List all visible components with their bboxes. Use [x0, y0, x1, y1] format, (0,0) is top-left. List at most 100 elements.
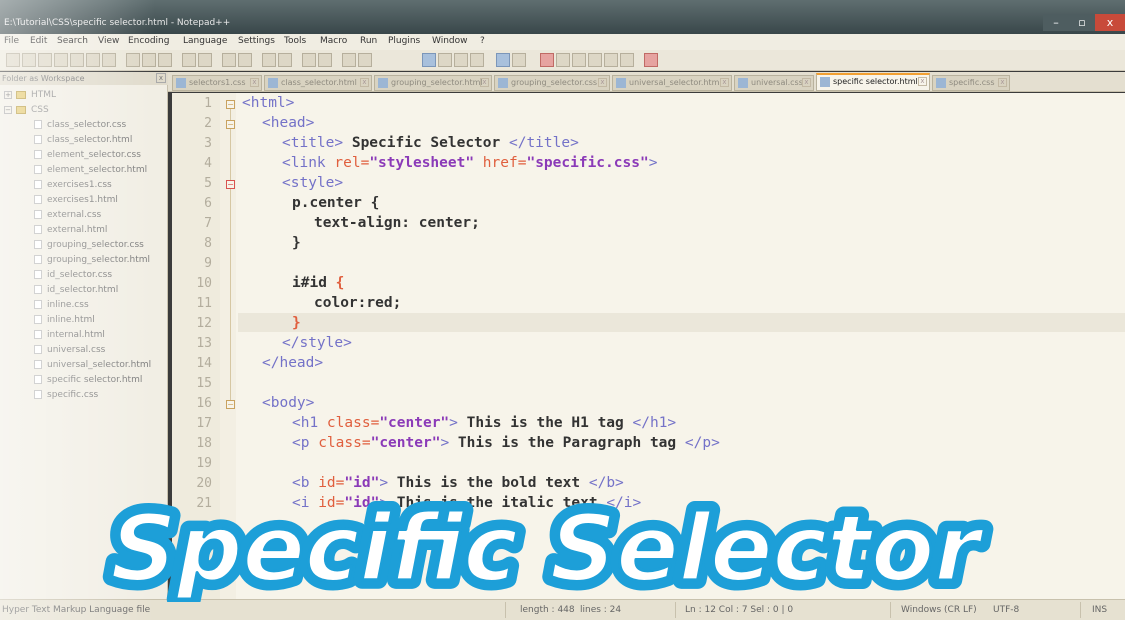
- title-bar: E:\Tutorial\CSS\specific selector.html -…: [0, 0, 1125, 34]
- code-token: </title>: [508, 135, 579, 151]
- fold-toggle-icon[interactable]: −: [226, 400, 235, 409]
- replace-icon[interactable]: [238, 53, 252, 67]
- file-item[interactable]: id_selector.html: [34, 285, 118, 295]
- file-item[interactable]: exercises1.css: [34, 180, 112, 190]
- tab-universal-selector-html[interactable]: universal_selector.html x: [612, 75, 732, 91]
- run-macro-multiple-icon[interactable]: [588, 53, 602, 67]
- indent-guide-icon[interactable]: [422, 53, 436, 67]
- menu-encoding[interactable]: Encoding: [128, 36, 169, 46]
- find-icon[interactable]: [222, 53, 236, 67]
- file-item[interactable]: element_selector.html: [34, 165, 147, 175]
- file-item[interactable]: class_selector.html: [34, 135, 132, 145]
- folder-workspace-icon[interactable]: [496, 53, 510, 67]
- abc-spellcheck-icon[interactable]: [644, 53, 658, 67]
- save-macro-icon[interactable]: [604, 53, 618, 67]
- monitoring-icon[interactable]: [512, 53, 526, 67]
- menu-search[interactable]: Search: [57, 36, 88, 46]
- file-item[interactable]: grouping_selector.html: [34, 255, 150, 265]
- undo-icon[interactable]: [182, 53, 196, 67]
- function-list-icon[interactable]: [470, 53, 484, 67]
- save-all-icon[interactable]: [54, 53, 68, 67]
- record-macro-icon[interactable]: [540, 53, 554, 67]
- tab-close-icon[interactable]: x: [802, 78, 811, 87]
- close-file-icon[interactable]: [70, 53, 84, 67]
- file-item[interactable]: inline.css: [34, 300, 89, 310]
- tab-class-selector-html[interactable]: class_selector.html x: [264, 75, 372, 91]
- menu-window[interactable]: Window: [432, 36, 468, 46]
- tab-universal-css[interactable]: universal.css x: [734, 75, 814, 91]
- spell-check-icon[interactable]: [620, 53, 634, 67]
- code-token: }: [292, 235, 301, 251]
- expand-icon[interactable]: +: [4, 90, 12, 99]
- sync-horizontal-icon[interactable]: [318, 53, 332, 67]
- minimize-button[interactable]: –: [1043, 14, 1069, 31]
- open-file-icon[interactable]: [22, 53, 36, 67]
- fold-toggle-icon[interactable]: −: [226, 120, 235, 129]
- tab-close-icon[interactable]: x: [598, 78, 607, 87]
- menu-plugins[interactable]: Plugins: [388, 36, 420, 46]
- tab-grouping-selector-css[interactable]: grouping_selector.css x: [494, 75, 610, 91]
- tab-close-icon[interactable]: x: [720, 78, 729, 87]
- tab-close-icon[interactable]: x: [250, 78, 259, 87]
- file-item[interactable]: element_selector.css: [34, 150, 141, 160]
- tab-close-icon[interactable]: x: [998, 78, 1007, 87]
- file-item[interactable]: id_selector.css: [34, 270, 112, 280]
- menu-tools[interactable]: Tools: [284, 36, 306, 46]
- file-item[interactable]: specific.css: [34, 390, 98, 400]
- menu-edit[interactable]: Edit: [30, 36, 47, 46]
- copy-icon[interactable]: [142, 53, 156, 67]
- tab-specific-css[interactable]: specific.css x: [932, 75, 1010, 91]
- fold-toggle-icon[interactable]: −: [226, 180, 235, 189]
- paste-icon[interactable]: [158, 53, 172, 67]
- workspace-close-icon[interactable]: x: [156, 73, 166, 83]
- print-icon[interactable]: [102, 53, 116, 67]
- cut-icon[interactable]: [126, 53, 140, 67]
- new-file-icon[interactable]: [6, 53, 20, 67]
- file-item[interactable]: external.html: [34, 225, 107, 235]
- code-token: <link: [282, 155, 335, 171]
- file-item[interactable]: specific selector.html: [34, 375, 142, 385]
- menu-language[interactable]: Language: [183, 36, 227, 46]
- file-label: specific.css: [47, 390, 99, 400]
- playback-icon[interactable]: [572, 53, 586, 67]
- file-item[interactable]: inline.html: [34, 315, 95, 325]
- menu-run[interactable]: Run: [360, 36, 377, 46]
- file-item[interactable]: external.css: [34, 210, 101, 220]
- redo-icon[interactable]: [198, 53, 212, 67]
- zoom-out-icon[interactable]: [278, 53, 292, 67]
- menu-file[interactable]: File: [4, 36, 19, 46]
- tab-specific-selector-html[interactable]: specific selector.html x: [816, 73, 930, 91]
- file-item[interactable]: exercises1.html: [34, 195, 118, 205]
- user-language-icon[interactable]: [438, 53, 452, 67]
- doc-map-icon[interactable]: [454, 53, 468, 67]
- folder-html[interactable]: + HTML: [4, 90, 56, 100]
- tab-grouping-selector-html[interactable]: grouping_selector.html x: [374, 75, 492, 91]
- collapse-icon[interactable]: −: [4, 105, 12, 114]
- menu-view[interactable]: View: [98, 36, 119, 46]
- file-item[interactable]: internal.html: [34, 330, 105, 340]
- tab-close-icon[interactable]: x: [360, 78, 369, 87]
- file-item[interactable]: universal.css: [34, 345, 105, 355]
- maximize-button[interactable]: ▫: [1069, 14, 1095, 31]
- close-button[interactable]: x: [1095, 14, 1125, 31]
- folder-css[interactable]: − CSS: [4, 105, 49, 115]
- show-all-chars-icon[interactable]: [358, 53, 372, 67]
- stop-record-icon[interactable]: [556, 53, 570, 67]
- file-item[interactable]: universal_selector.html: [34, 360, 151, 370]
- tab-label: specific.css: [949, 78, 995, 87]
- fold-toggle-icon[interactable]: −: [226, 100, 235, 109]
- sync-vertical-icon[interactable]: [302, 53, 316, 67]
- tab-close-icon[interactable]: x: [480, 78, 489, 87]
- tab-selectors1-css[interactable]: selectors1.css x: [172, 75, 262, 91]
- file-item[interactable]: class_selector.css: [34, 120, 126, 130]
- file-item[interactable]: grouping_selector.css: [34, 240, 144, 250]
- menu-settings[interactable]: Settings: [238, 36, 275, 46]
- tab-close-icon[interactable]: x: [918, 77, 927, 86]
- menu-macro[interactable]: Macro: [320, 36, 347, 46]
- close-all-icon[interactable]: [86, 53, 100, 67]
- zoom-in-icon[interactable]: [262, 53, 276, 67]
- menu-help[interactable]: ?: [480, 36, 485, 46]
- save-icon[interactable]: [38, 53, 52, 67]
- code-token: href=: [474, 155, 527, 171]
- word-wrap-icon[interactable]: [342, 53, 356, 67]
